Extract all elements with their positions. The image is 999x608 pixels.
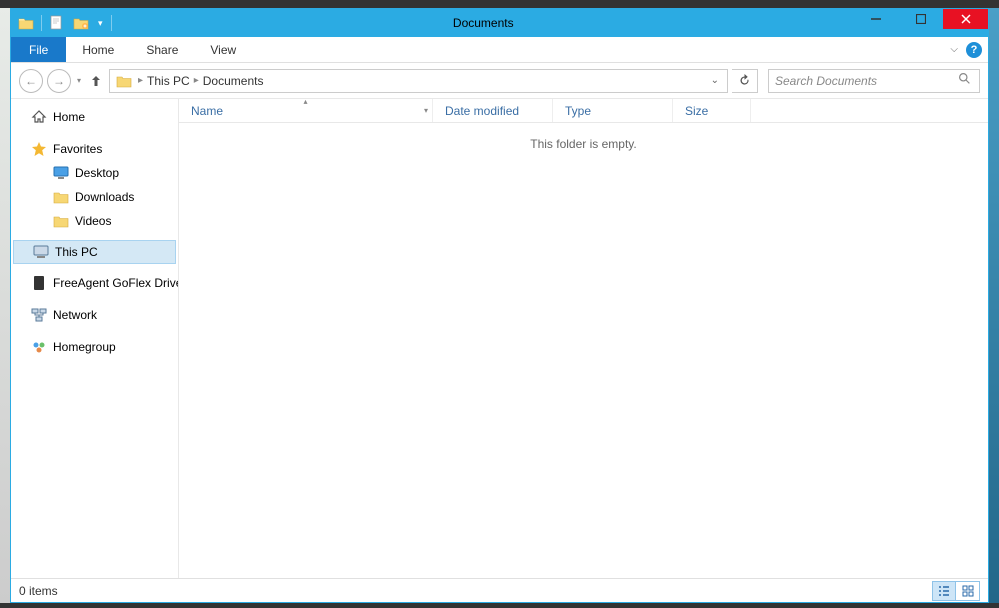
tab-share[interactable]: Share [130, 37, 194, 62]
column-label: Size [685, 104, 708, 118]
column-type[interactable]: Type [553, 99, 673, 122]
computer-icon [33, 244, 49, 260]
ribbon-tabs: File Home Share View ⌵ ? [11, 37, 988, 63]
nav-label: Network [53, 308, 97, 322]
navigation-pane: Home Favorites Desktop Downloads Videos [11, 99, 179, 578]
window-title: Documents [114, 16, 853, 30]
sort-ascending-icon: ▴ [303, 99, 307, 106]
explorer-window: ▾ Documents File Home Share View ⌵ ? ← →… [10, 8, 989, 603]
breadcrumb-root[interactable]: This PC [145, 74, 192, 88]
network-icon [31, 307, 47, 323]
up-button[interactable] [87, 70, 105, 92]
status-bar: 0 items [11, 578, 988, 602]
search-input[interactable] [769, 74, 950, 88]
homegroup-icon [31, 339, 47, 355]
help-icon[interactable]: ? [966, 42, 982, 58]
tab-home[interactable]: Home [66, 37, 130, 62]
nav-label: Favorites [53, 142, 102, 156]
breadcrumb-current[interactable]: Documents [201, 74, 266, 88]
folder-icon [53, 213, 69, 229]
drive-icon [31, 275, 47, 291]
column-name[interactable]: Name ▴ ▾ [179, 99, 433, 122]
column-label: Type [565, 104, 591, 118]
nav-homegroup[interactable]: Homegroup [11, 335, 178, 359]
star-icon [31, 141, 47, 157]
chevron-right-icon[interactable]: ▸ [136, 75, 145, 86]
titlebar: ▾ Documents [11, 9, 988, 37]
column-label: Name [191, 104, 223, 118]
close-button[interactable] [943, 9, 988, 29]
tab-file[interactable]: File [11, 37, 66, 62]
chevron-right-icon[interactable]: ▸ [192, 75, 201, 86]
nav-label: Downloads [75, 190, 134, 204]
column-dropdown-icon[interactable]: ▾ [420, 106, 432, 115]
address-dropdown-icon[interactable]: ⌄ [703, 75, 727, 86]
nav-this-pc[interactable]: This PC [13, 240, 176, 264]
navigation-bar: ← → ▾ ▸ This PC ▸ Documents ⌄ [11, 63, 988, 99]
folder-icon [110, 74, 136, 88]
column-size[interactable]: Size [673, 99, 751, 122]
body: Home Favorites Desktop Downloads Videos [11, 99, 988, 578]
quick-access-toolbar: ▾ [11, 12, 114, 34]
nav-label: This PC [55, 245, 98, 259]
nav-label: Desktop [75, 166, 119, 180]
separator [111, 15, 112, 31]
folder-icon [53, 189, 69, 205]
nav-label: Home [53, 110, 85, 124]
nav-videos[interactable]: Videos [11, 209, 178, 233]
column-headers: Name ▴ ▾ Date modified Type Size [179, 99, 988, 123]
nav-downloads[interactable]: Downloads [11, 185, 178, 209]
thumbnails-view-button[interactable] [956, 581, 980, 601]
nav-home[interactable]: Home [11, 105, 178, 129]
refresh-button[interactable] [732, 69, 758, 93]
nav-label: FreeAgent GoFlex Drive [53, 276, 178, 290]
column-date[interactable]: Date modified [433, 99, 553, 122]
qat-dropdown-icon[interactable]: ▾ [94, 18, 107, 29]
search-icon[interactable] [950, 72, 979, 90]
nav-network[interactable]: Network [11, 303, 178, 327]
nav-desktop[interactable]: Desktop [11, 161, 178, 185]
new-folder-icon[interactable] [70, 12, 92, 34]
item-count: 0 items [19, 584, 58, 598]
forward-button[interactable]: → [47, 69, 71, 93]
maximize-button[interactable] [898, 9, 943, 29]
view-toggle [932, 581, 980, 601]
column-label: Date modified [445, 104, 519, 118]
nav-favorites[interactable]: Favorites [11, 137, 178, 161]
search-box[interactable] [768, 69, 980, 93]
empty-folder-message: This folder is empty. [179, 123, 988, 151]
nav-drive[interactable]: FreeAgent GoFlex Drive [11, 271, 178, 295]
folder-icon [15, 12, 37, 34]
content-area: Name ▴ ▾ Date modified Type Size This fo… [179, 99, 988, 578]
back-button[interactable]: ← [19, 69, 43, 93]
address-bar[interactable]: ▸ This PC ▸ Documents ⌄ [109, 69, 728, 93]
desktop-icon [53, 165, 69, 181]
nav-label: Homegroup [53, 340, 116, 354]
minimize-button[interactable] [853, 9, 898, 29]
home-icon [31, 109, 47, 125]
tab-view[interactable]: View [194, 37, 252, 62]
ribbon-expand-icon[interactable]: ⌵ [950, 44, 958, 55]
separator [41, 15, 42, 31]
history-dropdown-icon[interactable]: ▾ [75, 76, 83, 85]
nav-label: Videos [75, 214, 111, 228]
details-view-button[interactable] [932, 581, 956, 601]
window-controls [853, 9, 988, 37]
properties-icon[interactable] [46, 12, 68, 34]
